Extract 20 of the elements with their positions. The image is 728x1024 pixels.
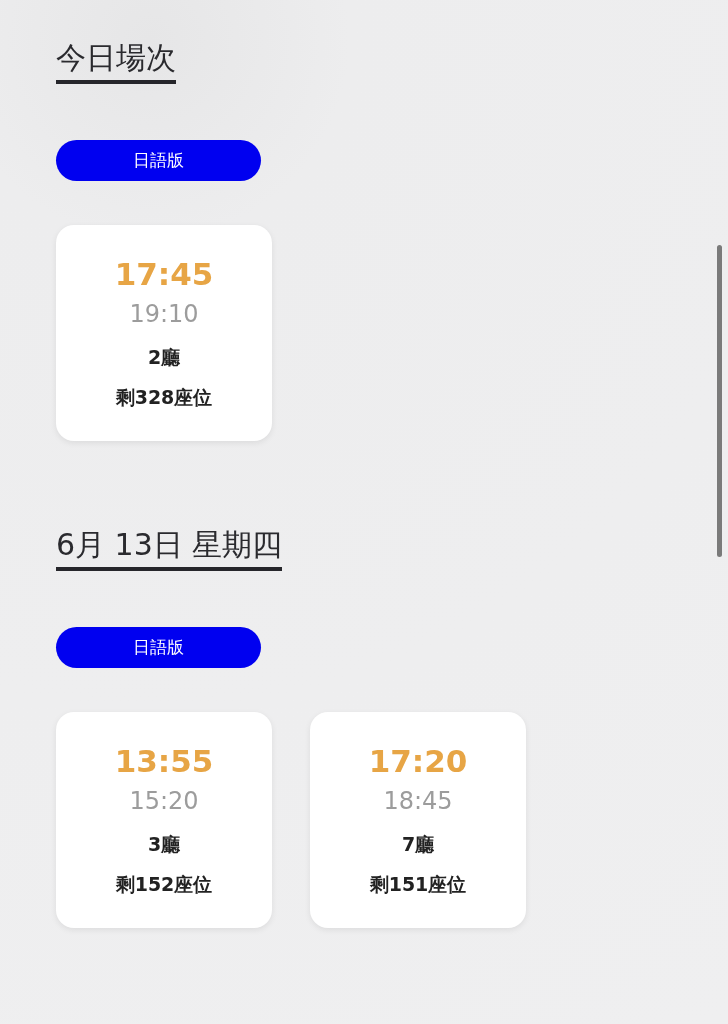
- hall-label: 3廳: [147, 832, 181, 857]
- version-tag[interactable]: 日語版: [56, 140, 261, 181]
- seats-remaining: 剩328座位: [115, 385, 213, 410]
- start-time: 17:20: [368, 742, 468, 780]
- showtime-card[interactable]: 17:45 19:10 2廳 剩328座位: [56, 225, 272, 441]
- start-time: 17:45: [114, 255, 214, 293]
- end-time: 15:20: [129, 786, 199, 817]
- hall-label: 7廳: [401, 832, 435, 857]
- scrollbar[interactable]: [717, 245, 722, 557]
- section-heading: 今日場次: [56, 38, 176, 84]
- showtime-card[interactable]: 17:20 18:45 7廳 剩151座位: [310, 712, 526, 928]
- end-time: 18:45: [383, 786, 453, 817]
- start-time: 13:55: [114, 742, 214, 780]
- end-time: 19:10: [129, 299, 199, 330]
- seats-remaining: 剩151座位: [369, 872, 467, 897]
- section-heading: 6月 13日 星期四: [56, 525, 283, 571]
- seats-remaining: 剩152座位: [115, 872, 213, 897]
- showtime-card[interactable]: 13:55 15:20 3廳 剩152座位: [56, 712, 272, 928]
- version-tag[interactable]: 日語版: [56, 627, 261, 668]
- hall-label: 2廳: [147, 345, 181, 370]
